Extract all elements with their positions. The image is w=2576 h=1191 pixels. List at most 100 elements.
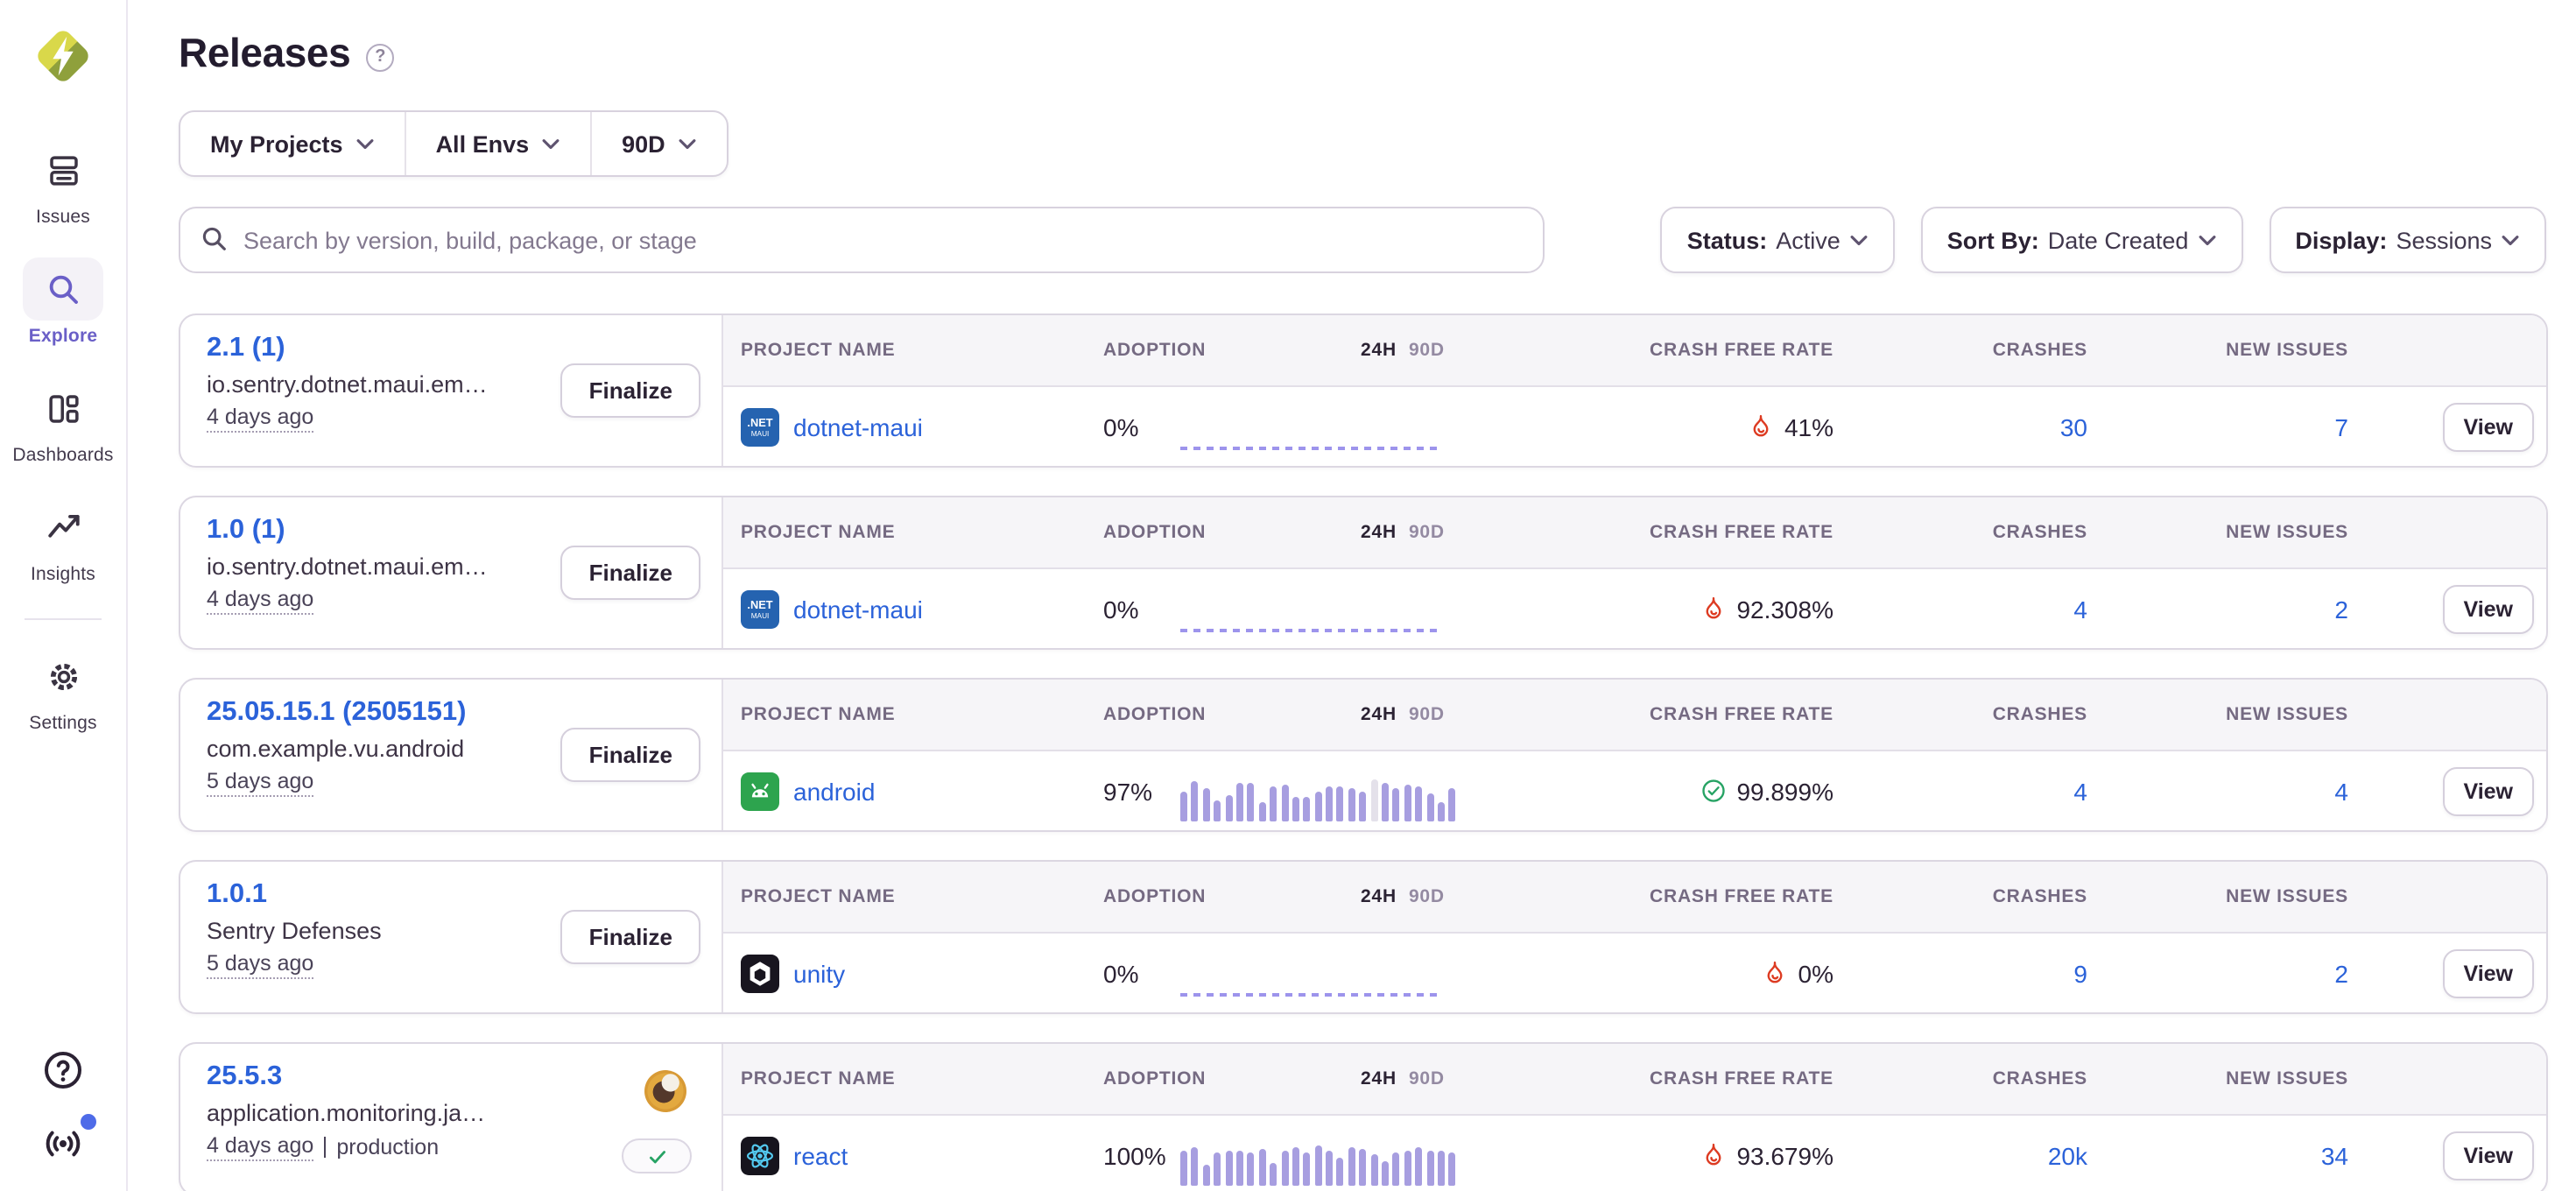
column-header-crash-free: CRASH FREE RATE	[1496, 1068, 1846, 1089]
view-button[interactable]: View	[2442, 766, 2534, 815]
adoption-sparkline	[1180, 768, 1496, 821]
view-button[interactable]: View	[2442, 584, 2534, 633]
column-header-range: 24H 90D	[1180, 522, 1496, 543]
finalize-button[interactable]: Finalize	[561, 910, 700, 964]
range-24h-toggle[interactable]: 24H	[1361, 340, 1397, 361]
column-header-new-issues: NEW ISSUES	[2108, 704, 2371, 725]
project-link[interactable]: unity	[793, 959, 845, 987]
flame-icon	[1700, 1142, 1726, 1168]
sidebar-item-issues[interactable]: Issues	[7, 138, 119, 228]
crashes-link[interactable]: 9	[2073, 959, 2087, 987]
project-link[interactable]: react	[793, 1141, 848, 1169]
adoption-value: 100%	[1096, 1141, 1180, 1169]
crashes-link[interactable]: 30	[2060, 412, 2087, 440]
avatar[interactable]	[644, 1070, 686, 1112]
help-button[interactable]	[40, 1047, 86, 1093]
chevron-down-icon	[2197, 235, 2216, 247]
release-version-link[interactable]: 25.05.15.1 (2505151)	[207, 697, 466, 729]
empty-sparkline	[1180, 628, 1443, 631]
display-dropdown[interactable]: Display: Sessions	[2269, 207, 2546, 273]
release-version-link[interactable]: 2.1 (1)	[207, 333, 285, 364]
column-header-crash-free: CRASH FREE RATE	[1496, 886, 1846, 907]
project-filter-dropdown[interactable]: My Projects	[180, 112, 405, 175]
environment-filter-dropdown[interactable]: All Envs	[405, 112, 591, 175]
release-age[interactable]: 5 days ago	[207, 769, 313, 797]
column-header-range: 24H 90D	[1180, 1068, 1496, 1089]
project-link[interactable]: dotnet-maui	[793, 595, 923, 623]
finalize-button[interactable]: Finalize	[561, 728, 700, 782]
crashes-link[interactable]: 20k	[2048, 1141, 2087, 1169]
adoption-sparkline	[1180, 586, 1496, 638]
crashes-link[interactable]: 4	[2073, 595, 2087, 623]
project-link[interactable]: android	[793, 777, 875, 805]
release-age[interactable]: 4 days ago	[207, 1133, 313, 1161]
finalize-button[interactable]: Finalize	[561, 546, 700, 600]
crash-free-value: 99.899%	[1736, 777, 1833, 805]
view-button[interactable]: View	[2442, 402, 2534, 451]
crashes-link[interactable]: 4	[2073, 777, 2087, 805]
status-dropdown[interactable]: Status: Active	[1661, 207, 1895, 273]
adoption-value: 0%	[1096, 959, 1180, 987]
dotnet-maui-icon	[741, 589, 779, 628]
search-icon	[45, 271, 81, 307]
release-card: 25.5.3 application.monitoring.ja… 4 days…	[179, 1042, 2548, 1191]
flame-icon	[1762, 960, 1788, 986]
whats-new-button[interactable]	[40, 1121, 86, 1166]
release-version-link[interactable]: 25.5.3	[207, 1061, 282, 1093]
release-age[interactable]: 5 days ago	[207, 951, 313, 979]
release-age[interactable]: 4 days ago	[207, 587, 313, 615]
sidebar-item-insights[interactable]: Insights	[7, 496, 119, 585]
column-header-crashes: CRASHES	[1846, 522, 2108, 543]
project-link[interactable]: dotnet-maui	[793, 412, 923, 440]
sort-by-dropdown[interactable]: Sort By: Date Created	[1921, 207, 2243, 273]
release-version-link[interactable]: 1.0.1	[207, 879, 267, 911]
column-header-project: PROJECT NAME	[723, 886, 1096, 907]
range-90d-toggle[interactable]: 90D	[1409, 886, 1445, 907]
new-issues-link[interactable]: 2	[2334, 595, 2348, 623]
view-button[interactable]: View	[2442, 1131, 2534, 1180]
view-button[interactable]: View	[2442, 948, 2534, 997]
search-input[interactable]	[179, 207, 1545, 273]
date-range-label: 90D	[622, 130, 665, 157]
range-90d-toggle[interactable]: 90D	[1409, 704, 1445, 725]
new-issues-link[interactable]: 4	[2334, 777, 2348, 805]
range-90d-toggle[interactable]: 90D	[1409, 522, 1445, 543]
adoption-value: 0%	[1096, 595, 1180, 623]
bar-sparkline	[1180, 1139, 1456, 1185]
new-issues-link[interactable]: 7	[2334, 412, 2348, 440]
range-90d-toggle[interactable]: 90D	[1409, 1068, 1445, 1089]
crash-free-value: 92.308%	[1736, 595, 1833, 623]
column-header-crash-free: CRASH FREE RATE	[1496, 704, 1846, 725]
chevron-down-icon	[541, 138, 560, 151]
range-24h-toggle[interactable]: 24H	[1361, 522, 1397, 543]
range-24h-toggle[interactable]: 24H	[1361, 704, 1397, 725]
range-24h-toggle[interactable]: 24H	[1361, 886, 1397, 907]
column-header-new-issues: NEW ISSUES	[2108, 886, 2371, 907]
page-help-icon[interactable]: ?	[366, 43, 394, 71]
sidebar-item-explore[interactable]: Explore	[7, 257, 119, 347]
release-environment: production	[336, 1135, 439, 1159]
crash-free-value: 93.679%	[1736, 1141, 1833, 1169]
sentry-logo[interactable]	[33, 23, 93, 89]
broadcast-icon	[42, 1123, 84, 1165]
release-project-row: unity 0% 0% 9 2 View	[723, 934, 2546, 1012]
range-24h-toggle[interactable]: 24H	[1361, 1068, 1397, 1089]
column-header-adoption: ADOPTION	[1096, 886, 1180, 907]
release-project-row: dotnet-maui 0% 41% 30 7 View	[723, 387, 2546, 466]
new-issues-link[interactable]: 34	[2321, 1141, 2348, 1169]
check-circle-icon	[1700, 778, 1726, 804]
adoption-sparkline	[1180, 1132, 1496, 1185]
column-header-project: PROJECT NAME	[723, 1068, 1096, 1089]
date-range-dropdown[interactable]: 90D	[590, 112, 727, 175]
sidebar-item-dashboards[interactable]: Dashboards	[7, 377, 119, 466]
new-issues-link[interactable]: 2	[2334, 959, 2348, 987]
chevron-down-icon	[1849, 235, 1869, 247]
sidebar-item-label: Issues	[36, 207, 90, 228]
release-age[interactable]: 4 days ago	[207, 405, 313, 433]
finalize-button[interactable]: Finalize	[561, 363, 700, 418]
range-90d-toggle[interactable]: 90D	[1409, 340, 1445, 361]
sidebar-item-settings[interactable]: Settings	[7, 645, 119, 734]
release-status-pill[interactable]	[622, 1138, 692, 1173]
column-header-crashes: CRASHES	[1846, 704, 2108, 725]
release-version-link[interactable]: 1.0 (1)	[207, 515, 285, 546]
